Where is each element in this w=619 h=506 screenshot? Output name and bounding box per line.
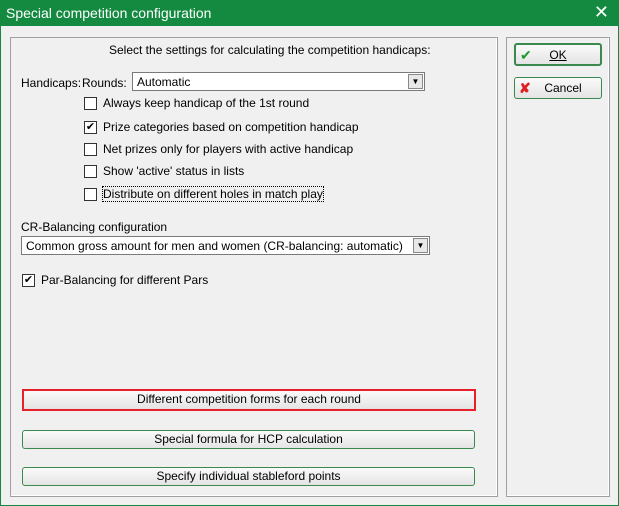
dialog-body: Select the settings for calculating the … <box>1 26 618 505</box>
option-checkbox[interactable] <box>84 188 97 201</box>
option-label: Prize categories based on competition ha… <box>103 120 359 134</box>
chevron-down-icon[interactable]: ▼ <box>408 74 423 89</box>
rounds-label: Rounds: <box>82 76 127 90</box>
action-panel <box>506 37 610 497</box>
option-checkbox[interactable] <box>84 97 97 110</box>
par-checkbox[interactable]: ✔ <box>22 274 35 287</box>
cr-value: Common gross amount for men and women (C… <box>26 239 403 253</box>
intro-text: Select the settings for calculating the … <box>109 43 431 57</box>
different-forms-button[interactable]: Different competition forms for each rou… <box>22 389 476 411</box>
option-label: Show 'active' status in lists <box>103 164 245 178</box>
handicaps-label: Handicaps: <box>21 76 82 90</box>
cancel-button[interactable]: ✘ Cancel <box>514 77 602 99</box>
option-label: Net prizes only for players with active … <box>103 142 354 156</box>
window-title: Special competition configuration <box>6 5 212 21</box>
ok-button[interactable]: ✔ OK <box>514 43 602 66</box>
option-label: Always keep handicap of the 1st round <box>103 96 310 110</box>
stableford-points-button[interactable]: Specify individual stableford points <box>22 467 475 486</box>
option-checkbox[interactable]: ✔ <box>84 121 97 134</box>
option-checkbox[interactable] <box>84 143 97 156</box>
option-label: Distribute on different holes in match p… <box>102 186 324 202</box>
rounds-dropdown[interactable]: Automatic ▼ <box>132 72 425 91</box>
chevron-down-icon[interactable]: ▼ <box>413 238 428 253</box>
ok-label: OK <box>549 48 567 62</box>
par-label: Par-Balancing for different Pars <box>41 273 209 287</box>
close-icon[interactable]: ✕ <box>594 2 609 23</box>
cr-dropdown[interactable]: Common gross amount for men and women (C… <box>21 236 430 255</box>
special-formula-button[interactable]: Special formula for HCP calculation <box>22 430 475 449</box>
cancel-label: Cancel <box>544 81 582 95</box>
checkmark-icon: ✔ <box>520 47 532 63</box>
option-checkbox[interactable] <box>84 165 97 178</box>
x-icon: ✘ <box>519 80 531 96</box>
cr-label: CR-Balancing configuration <box>21 220 168 234</box>
rounds-value: Automatic <box>137 75 191 89</box>
